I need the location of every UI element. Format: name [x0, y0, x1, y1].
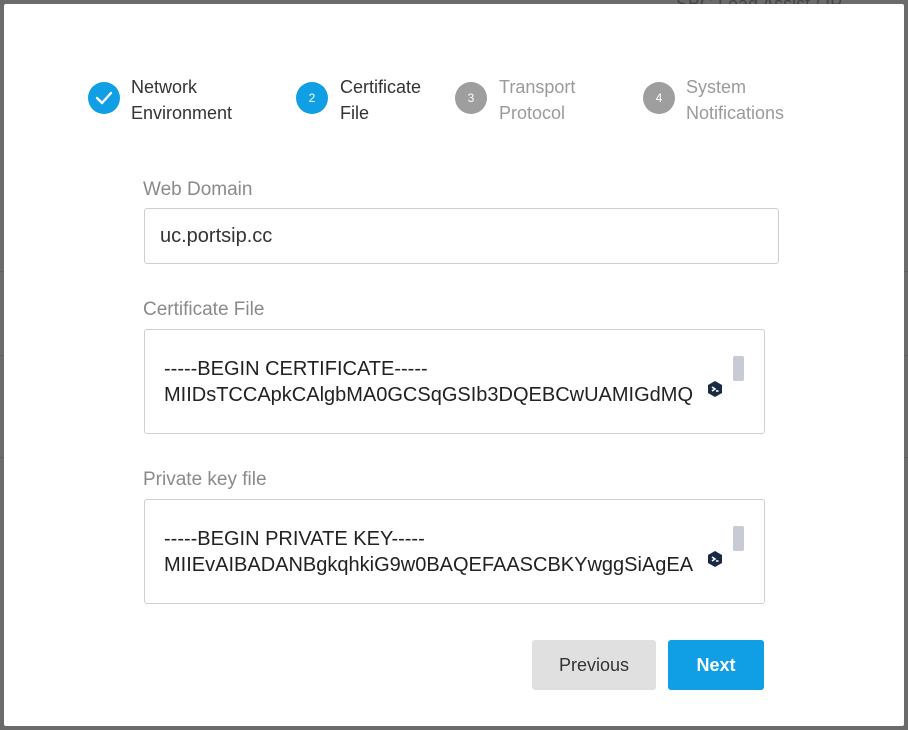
web-domain-input[interactable]: uc.portsip.cc	[144, 208, 779, 264]
private-key-file-textarea[interactable]: -----BEGIN PRIVATE KEY----- MIIEvAIBADAN…	[144, 499, 765, 604]
previous-button[interactable]: Previous	[532, 640, 656, 690]
private-key-file-label: Private key file	[143, 469, 267, 490]
certificate-file-label: Certificate File	[143, 299, 265, 320]
private-key-file-content: -----BEGIN PRIVATE KEY----- MIIEvAIBADAN…	[164, 528, 694, 576]
step-label: Certificate File	[340, 77, 422, 123]
password-manager-icon[interactable]	[706, 550, 724, 568]
step-number: 3	[455, 82, 487, 114]
setup-wizard-dialog: Network Environment 2 Certificate File 3…	[4, 4, 904, 726]
step-label: Network Environment	[131, 77, 233, 123]
certificate-file-content: -----BEGIN CERTIFICATE----- MIIDsTCCApkC…	[164, 358, 694, 406]
check-icon	[88, 82, 120, 114]
next-button[interactable]: Next	[668, 640, 764, 690]
password-manager-icon[interactable]	[706, 380, 724, 398]
web-domain-label: Web Domain	[143, 179, 253, 200]
step-label: Transport Protocol	[499, 77, 576, 123]
private-key-scrollbar[interactable]	[733, 526, 744, 551]
step-number: 2	[296, 82, 328, 114]
certificate-file-textarea[interactable]: -----BEGIN CERTIFICATE----- MIIDsTCCApkC…	[144, 329, 765, 434]
certificate-scrollbar[interactable]	[733, 356, 744, 381]
step-label: System Notifications	[686, 77, 785, 123]
step-number: 4	[643, 82, 675, 114]
